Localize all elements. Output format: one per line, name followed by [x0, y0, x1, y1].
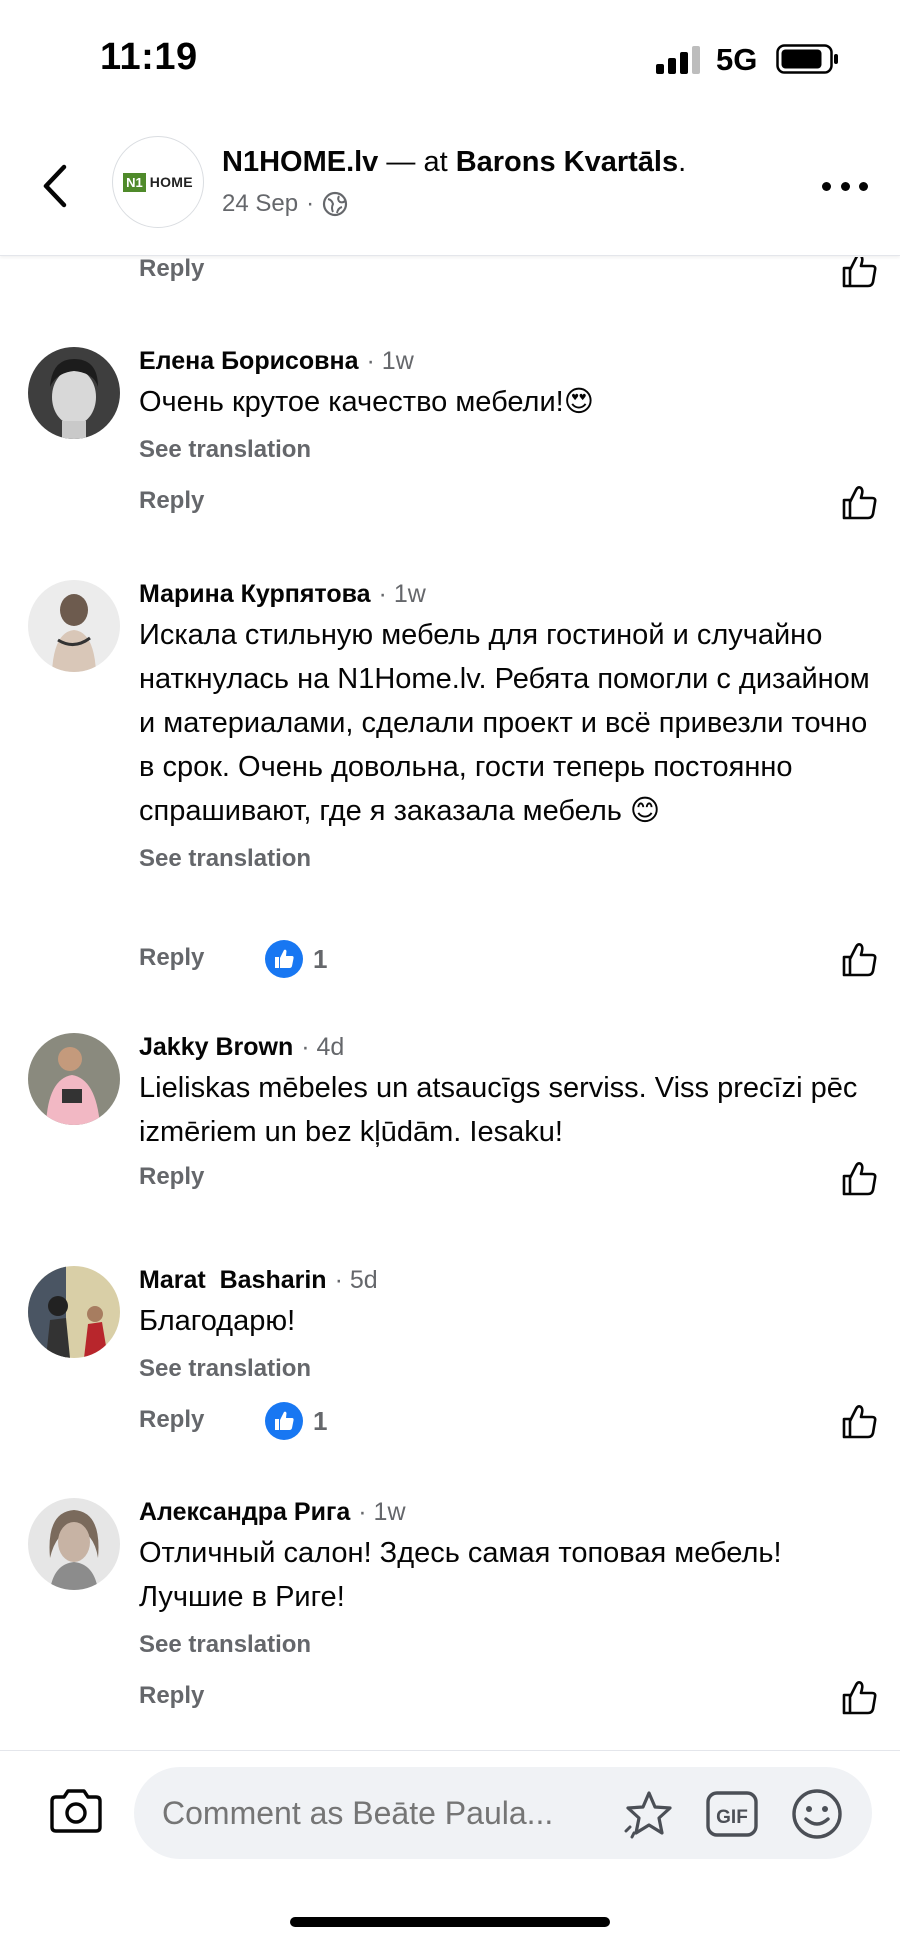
avatar[interactable] [28, 347, 120, 439]
gif-button[interactable]: GIF [706, 1789, 758, 1839]
comment-text: Очень крутое качество мебели!😍 [139, 386, 594, 418]
comment-input[interactable] [162, 1795, 602, 1832]
comment-text: Искала стильную мебель для гостиной и сл… [139, 619, 870, 827]
reaction-count: 1 [313, 1405, 328, 1436]
avatar-photo [28, 580, 120, 672]
avatar[interactable] [28, 1498, 120, 1590]
reply-button[interactable]: Reply [139, 1682, 204, 1710]
see-translation-link[interactable]: See translation [139, 845, 879, 879]
commenter-name[interactable]: Александра Рига [139, 1498, 350, 1527]
comment-text: Lieliskas mēbeles un atsaucīgs serviss. … [139, 1072, 858, 1148]
dot-icon [822, 181, 831, 191]
avatar[interactable] [28, 580, 120, 672]
reaction-summary[interactable]: 1 [265, 940, 327, 978]
gif-label: GIF [716, 1807, 748, 1828]
title-connector: — at [378, 146, 456, 178]
see-translation-link[interactable]: See translation [139, 436, 879, 470]
logo-badge: N1 [123, 172, 146, 192]
commenter-name[interactable]: Елена Борисовна [139, 347, 359, 376]
thumbs-up-icon [275, 1411, 294, 1430]
page-name-link[interactable]: N1HOME.lv [222, 146, 378, 178]
chevron-left-icon [43, 164, 67, 208]
page-avatar[interactable]: N1 HOME [112, 136, 204, 228]
comment-time: · 1w [378, 580, 426, 608]
comment-time: · 5d [334, 1266, 378, 1294]
like-icon[interactable] [839, 1678, 879, 1718]
comment-time: · 1w [366, 347, 414, 375]
comment-composer: GIF [0, 1750, 900, 1948]
reply-button[interactable]: Reply [139, 257, 204, 283]
status-time: 11:19 [100, 36, 198, 78]
back-button[interactable] [30, 154, 78, 218]
see-translation-link[interactable]: See translation [139, 1355, 879, 1389]
commenter-name[interactable]: Marat Basharin [139, 1266, 327, 1295]
signal-strength-icon [656, 46, 700, 74]
avatar-photo [28, 1266, 120, 1358]
comment-actions: Reply [139, 1678, 879, 1718]
comment-time: · 4d [301, 1033, 345, 1061]
thumbs-up-icon [275, 949, 294, 968]
like-icon[interactable] [839, 1159, 879, 1199]
globe-icon [322, 191, 348, 217]
n1home-logo: N1 HOME [123, 172, 193, 192]
comments-list[interactable]: Reply Елена Борисовна · 1w Очень крутое к… [0, 257, 900, 1750]
comment-actions: Reply [139, 1159, 879, 1199]
post-date[interactable]: 24 Sep [222, 190, 298, 218]
avatar-photo [28, 347, 120, 439]
sticker-icon[interactable] [622, 1787, 676, 1841]
comment-time-value: 1w [393, 580, 426, 608]
dot-icon [840, 181, 850, 191]
battery-icon [776, 44, 838, 74]
dot-icon [859, 181, 868, 191]
home-indicator[interactable] [290, 1917, 610, 1927]
comment-box[interactable]: GIF [134, 1767, 872, 1859]
emoji-icon[interactable] [790, 1787, 844, 1841]
logo-text: HOME [149, 174, 193, 190]
reaction-summary[interactable]: 1 [265, 1402, 327, 1440]
reply-button[interactable]: Reply [139, 487, 204, 515]
commenter-name[interactable]: Jakky Brown [139, 1033, 293, 1062]
post-header: N1 HOME N1HOME.lv — at Barons Kvartāls. … [0, 118, 900, 256]
more-options-button[interactable] [822, 174, 868, 198]
commenter-name[interactable]: Марина Курпятова [139, 580, 371, 609]
reply-button[interactable]: Reply [139, 1406, 204, 1434]
post-title[interactable]: N1HOME.lv — at Barons Kvartāls. [222, 146, 686, 179]
see-translation-link[interactable]: See translation [139, 1631, 879, 1665]
previous-comment-actions: Reply [139, 257, 879, 291]
comment-time-value: 1w [381, 347, 414, 375]
comment-time-value: 5d [349, 1266, 378, 1294]
avatar-photo [28, 1033, 120, 1125]
reply-button[interactable]: Reply [139, 944, 204, 972]
location-link[interactable]: Barons Kvartāls [456, 146, 678, 178]
like-icon[interactable] [839, 940, 879, 980]
meta-separator: · [306, 190, 315, 217]
camera-icon[interactable] [48, 1787, 104, 1835]
like-reaction-icon [265, 940, 303, 978]
gif-icon: GIF [706, 1791, 758, 1837]
comment-time-value: 4d [316, 1033, 345, 1061]
comment-time: · 1w [358, 1498, 406, 1526]
comment-text: Благодарю! [139, 1305, 296, 1337]
avatar[interactable] [28, 1266, 120, 1358]
like-reaction-icon [265, 1402, 303, 1440]
like-icon[interactable] [839, 1402, 879, 1442]
reply-button[interactable]: Reply [139, 1163, 204, 1191]
title-suffix: . [678, 146, 687, 178]
comment-actions: Reply 1 [139, 1402, 879, 1442]
comment-text: Отличный салон! Здесь самая топовая мебе… [139, 1537, 782, 1613]
reaction-count: 1 [313, 943, 328, 974]
avatar[interactable] [28, 1033, 120, 1125]
like-icon[interactable] [839, 257, 879, 291]
like-icon[interactable] [839, 483, 879, 523]
network-type: 5G [716, 42, 758, 77]
avatar-photo [28, 1498, 120, 1590]
comment-time-value: 1w [373, 1498, 406, 1526]
comment-actions: Reply 1 [139, 940, 879, 980]
post-meta: 24 Sep · [222, 190, 348, 218]
comment-actions: Reply [139, 483, 879, 523]
status-bar: 11:19 5G [0, 0, 900, 118]
